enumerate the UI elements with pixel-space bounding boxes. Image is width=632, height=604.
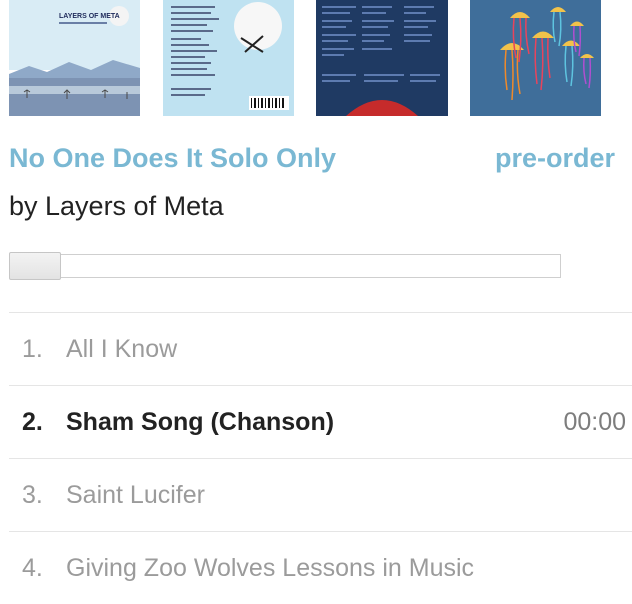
preorder-link[interactable]: pre-order — [495, 140, 615, 176]
cover-front-image: LAYERS OF META — [9, 0, 140, 116]
svg-text:LAYERS OF META: LAYERS OF META — [59, 13, 120, 20]
seek-bar-thumb[interactable] — [9, 252, 61, 280]
track-number: 4. — [22, 554, 43, 582]
album-title-link[interactable]: No One Does It Solo Only — [9, 140, 336, 176]
cover-back-image — [163, 0, 294, 116]
seek-bar[interactable] — [9, 252, 561, 280]
thumbnail-inner-sleeve[interactable] — [316, 0, 448, 116]
thumbnail-cover-back[interactable] — [163, 0, 294, 116]
track-title[interactable]: Sham Song (Chanson) — [66, 386, 334, 458]
track-title[interactable]: Saint Lucifer — [66, 459, 205, 531]
track-row-current[interactable]: 2. Sham Song (Chanson) 00:00 — [9, 385, 632, 458]
track-title[interactable]: All I Know — [66, 313, 177, 385]
track-list: 1. All I Know 2. Sham Song (Chanson) 00:… — [9, 312, 632, 604]
track-time: 00:00 — [563, 408, 626, 436]
track-title[interactable]: Giving Zoo Wolves Lessons in Music — [66, 532, 474, 604]
image-gallery: LAYERS OF META — [0, 0, 632, 116]
thumbnail-cover-front[interactable]: LAYERS OF META — [9, 0, 140, 116]
track-number: 3. — [22, 481, 43, 509]
track-row[interactable]: 1. All I Know — [9, 312, 632, 385]
inner-sleeve-image — [316, 0, 448, 116]
track-row[interactable]: 4. Giving Zoo Wolves Lessons in Music — [9, 531, 632, 604]
track-row[interactable]: 3. Saint Lucifer — [9, 458, 632, 531]
track-number: 1. — [22, 335, 43, 363]
artist-byline: by Layers of Meta — [9, 191, 224, 221]
thumbnail-jellyfish-art[interactable] — [470, 0, 601, 116]
jellyfish-art-image — [470, 0, 601, 116]
track-number: 2. — [22, 408, 43, 436]
